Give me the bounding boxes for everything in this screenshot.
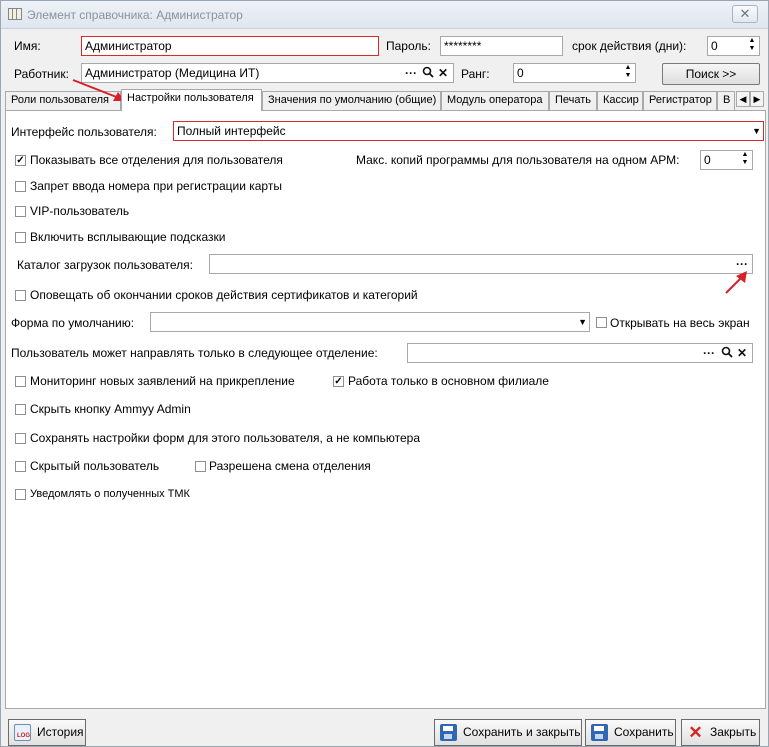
ban-card-number-label: Запрет ввода номера при регистрации карт…	[30, 179, 282, 193]
tooltips-label: Включить всплывающие подсказки	[30, 230, 226, 244]
ui-select[interactable]: Полный интерфейс ▼	[173, 121, 764, 141]
notify-tmk-label: Уведомлять о полученных ТМК	[30, 488, 190, 500]
reference-book-icon	[8, 8, 22, 20]
vip-user-label: VIP-пользователь	[30, 204, 130, 218]
history-button[interactable]: LOG История	[8, 719, 86, 746]
tab-operator-module[interactable]: Модуль оператора	[441, 91, 549, 110]
only-department-input[interactable]	[407, 343, 753, 363]
show-all-departments-label: Показывать все отделения для пользовател…	[30, 153, 283, 167]
worker-label: Работник:	[14, 67, 69, 81]
ui-label: Интерфейс пользователя:	[11, 125, 157, 139]
floppy-disk-icon	[440, 724, 457, 741]
search-button[interactable]: Поиск >>	[662, 63, 760, 85]
log-icon: LOG	[14, 724, 31, 741]
max-copies-label: Макс. копий программы для пользователя н…	[356, 153, 680, 167]
name-label: Имя:	[14, 39, 41, 53]
main-branch-only-label: Работа только в основном филиале	[348, 374, 549, 388]
ban-card-number-checkbox[interactable]	[15, 181, 26, 192]
validity-value: 0	[711, 39, 718, 53]
tab-default-values[interactable]: Значения по умолчанию (общие)	[262, 91, 441, 110]
ellipsis-icon[interactable]: ···	[703, 346, 715, 360]
hide-ammyy-label: Скрыть кнопку Ammyy Admin	[30, 402, 191, 416]
hidden-user-label: Скрытый пользователь	[30, 459, 160, 473]
only-department-label: Пользователь может направлять только в с…	[11, 346, 378, 360]
default-form-label: Форма по умолчанию:	[11, 316, 135, 330]
tab-print[interactable]: Печать	[549, 91, 597, 110]
save-close-button[interactable]: Сохранить и закрыть	[434, 719, 582, 746]
hide-ammyy-checkbox[interactable]	[15, 404, 26, 415]
save-form-settings-label: Сохранять настройки форм для этого польз…	[30, 431, 421, 445]
name-input[interactable]: Администратор	[81, 36, 379, 56]
chevron-down-icon[interactable]: ▼	[752, 126, 761, 136]
tooltips-checkbox[interactable]	[15, 232, 26, 243]
download-dir-input[interactable]	[209, 254, 753, 274]
default-form-select[interactable]: ▼	[150, 312, 590, 332]
validity-spin-icon[interactable]: ▲ ▼	[745, 37, 759, 55]
open-fullscreen-checkbox[interactable]	[596, 317, 607, 328]
tab-user-settings[interactable]: Настройки пользователя	[121, 89, 262, 111]
user-settings-panel: Интерфейс пользователя: Полный интерфейс…	[5, 111, 766, 709]
tab-more[interactable]: В	[717, 91, 735, 110]
max-copies-stepper[interactable]: 0 ▲ ▼	[700, 150, 753, 170]
main-branch-only-checkbox[interactable]: ✓	[333, 376, 344, 387]
tab-registrar[interactable]: Регистратор	[643, 91, 717, 110]
rank-label: Ранг:	[461, 67, 490, 81]
validity-stepper[interactable]: 0 ▲ ▼	[707, 36, 760, 56]
close-label: Закрыть	[710, 725, 757, 739]
clear-icon[interactable]: ✕	[438, 66, 448, 80]
worker-input[interactable]: Администратор (Медицина ИТ)	[81, 63, 454, 83]
allow-dept-change-checkbox[interactable]	[195, 461, 206, 472]
max-copies-spin-icon[interactable]: ▲ ▼	[738, 151, 752, 169]
notify-certs-label: Оповещать об окончании сроков действия с…	[30, 288, 418, 302]
show-all-departments-checkbox[interactable]: ✓	[15, 155, 26, 166]
window-close-button[interactable]: ✕	[732, 5, 758, 23]
vip-user-checkbox[interactable]	[15, 206, 26, 217]
window-title: Элемент справочника: Администратор	[27, 8, 243, 22]
tab-scroll-left-icon[interactable]: ◀	[736, 91, 750, 107]
chevron-down-icon[interactable]: ▼	[578, 317, 587, 327]
allow-dept-change-label: Разрешена смена отделения	[209, 459, 371, 473]
save-button[interactable]: Сохранить	[585, 719, 676, 746]
open-fullscreen-label: Открывать на весь экран	[610, 316, 750, 330]
rank-value: 0	[517, 66, 524, 80]
notify-certs-checkbox[interactable]	[15, 290, 26, 301]
title-bar: Элемент справочника: Администратор ✕	[1, 1, 768, 29]
tab-cashier[interactable]: Кассир	[597, 91, 643, 110]
monitoring-label: Мониторинг новых заявлений на прикреплен…	[30, 374, 295, 388]
max-copies-value: 0	[704, 153, 711, 167]
dialog-footer: LOG История Сохранить и закрыть Сохранит…	[1, 711, 768, 746]
ui-value: Полный интерфейс	[177, 124, 286, 138]
ellipsis-icon[interactable]: ···	[405, 66, 417, 80]
notify-tmk-checkbox[interactable]	[15, 489, 26, 500]
close-icon: ✕	[688, 723, 703, 742]
history-label: История	[37, 725, 84, 739]
download-dir-label: Каталог загрузок пользователя:	[17, 258, 193, 272]
search-icon[interactable]	[721, 346, 733, 361]
validity-label: срок действия (дни):	[572, 39, 687, 53]
password-input[interactable]: ********	[440, 36, 563, 56]
hidden-user-checkbox[interactable]	[15, 461, 26, 472]
monitoring-checkbox[interactable]	[15, 376, 26, 387]
save-close-label: Сохранить и закрыть	[463, 725, 581, 739]
password-label: Пароль:	[386, 39, 431, 53]
floppy-disk-icon	[591, 724, 608, 741]
rank-spin-icon[interactable]: ▲ ▼	[621, 64, 635, 82]
save-label: Сохранить	[614, 725, 674, 739]
tab-scroll-right-icon[interactable]: ▶	[750, 91, 764, 107]
rank-stepper[interactable]: 0 ▲ ▼	[513, 63, 636, 83]
save-form-settings-checkbox[interactable]	[15, 433, 26, 444]
annotation-arrow-browse	[725, 271, 747, 294]
close-button[interactable]: ✕ Закрыть	[681, 719, 760, 746]
search-icon[interactable]	[422, 66, 434, 81]
dialog-window: Элемент справочника: Администратор ✕ Имя…	[0, 0, 769, 747]
clear-icon[interactable]: ✕	[737, 346, 747, 360]
